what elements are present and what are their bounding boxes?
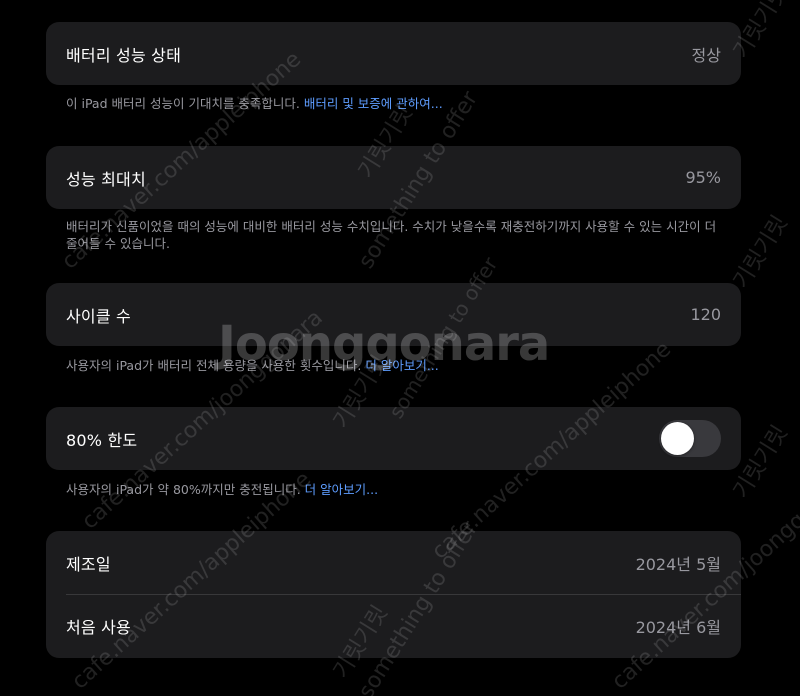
battery-health-row[interactable]: 배터리 성능 상태 정상 — [46, 22, 741, 85]
limit-80-learn-more-link[interactable]: 더 알아보기... — [305, 482, 378, 497]
max-capacity-label: 성능 최대치 — [66, 169, 146, 189]
manufacture-date-value: 2024년 5월 — [635, 554, 721, 574]
battery-health-card[interactable]: 배터리 성능 상태 정상 — [46, 22, 741, 85]
manufacture-date-label: 제조일 — [66, 554, 111, 574]
battery-warranty-link[interactable]: 배터리 및 보증에 관하여... — [304, 96, 443, 111]
first-use-row: 처음 사용 2024년 6월 — [46, 594, 741, 657]
max-capacity-row: 성능 최대치 95% — [46, 146, 741, 209]
battery-health-value: 정상 — [691, 45, 721, 65]
cycle-count-footnote: 사용자의 iPad가 배터리 전체 용량을 사용한 횟수입니다. 더 알아보기.… — [66, 357, 726, 374]
limit-80-toggle[interactable] — [659, 420, 721, 457]
cycle-count-card: 사이클 수 120 — [46, 283, 741, 346]
battery-health-label: 배터리 성능 상태 — [66, 45, 182, 65]
cycle-count-row: 사이클 수 120 — [46, 283, 741, 346]
limit-80-label: 80% 한도 — [66, 430, 138, 450]
cycle-count-label: 사이클 수 — [66, 306, 131, 326]
battery-health-footnote-text: 이 iPad 배터리 성능이 기대치를 충족합니다. — [66, 96, 304, 111]
battery-settings-screen: 배터리 성능 상태 정상 이 iPad 배터리 성능이 기대치를 충족합니다. … — [0, 0, 800, 696]
watermark-text: 기릿기릿 — [729, 211, 793, 293]
limit-80-footnote: 사용자의 iPad가 약 80%까지만 충전됩니다. 더 알아보기... — [66, 481, 726, 498]
limit-80-footnote-text: 사용자의 iPad가 약 80%까지만 충전됩니다. — [66, 482, 305, 497]
first-use-label: 처음 사용 — [66, 617, 131, 637]
cycle-count-footnote-text: 사용자의 iPad가 배터리 전체 용량을 사용한 횟수입니다. — [66, 358, 366, 373]
toggle-knob — [661, 422, 694, 455]
max-capacity-value: 95% — [685, 168, 721, 187]
limit-80-card: 80% 한도 — [46, 407, 741, 470]
cycle-count-value: 120 — [690, 305, 721, 324]
max-capacity-footnote-text: 배터리가 신품이었을 때의 성능에 대비한 배터리 성능 수치입니다. 수치가 … — [66, 219, 717, 251]
manufacture-date-row: 제조일 2024년 5월 — [46, 531, 741, 594]
battery-health-footnote: 이 iPad 배터리 성능이 기대치를 충족합니다. 배터리 및 보증에 관하여… — [66, 95, 726, 112]
dates-card: 제조일 2024년 5월 처음 사용 2024년 6월 — [46, 531, 741, 658]
cycle-count-learn-more-link[interactable]: 더 알아보기... — [365, 358, 438, 373]
max-capacity-card: 성능 최대치 95% — [46, 146, 741, 209]
max-capacity-footnote: 배터리가 신품이었을 때의 성능에 대비한 배터리 성능 수치입니다. 수치가 … — [66, 218, 726, 252]
first-use-value: 2024년 6월 — [635, 617, 721, 637]
limit-80-row: 80% 한도 — [46, 407, 741, 470]
